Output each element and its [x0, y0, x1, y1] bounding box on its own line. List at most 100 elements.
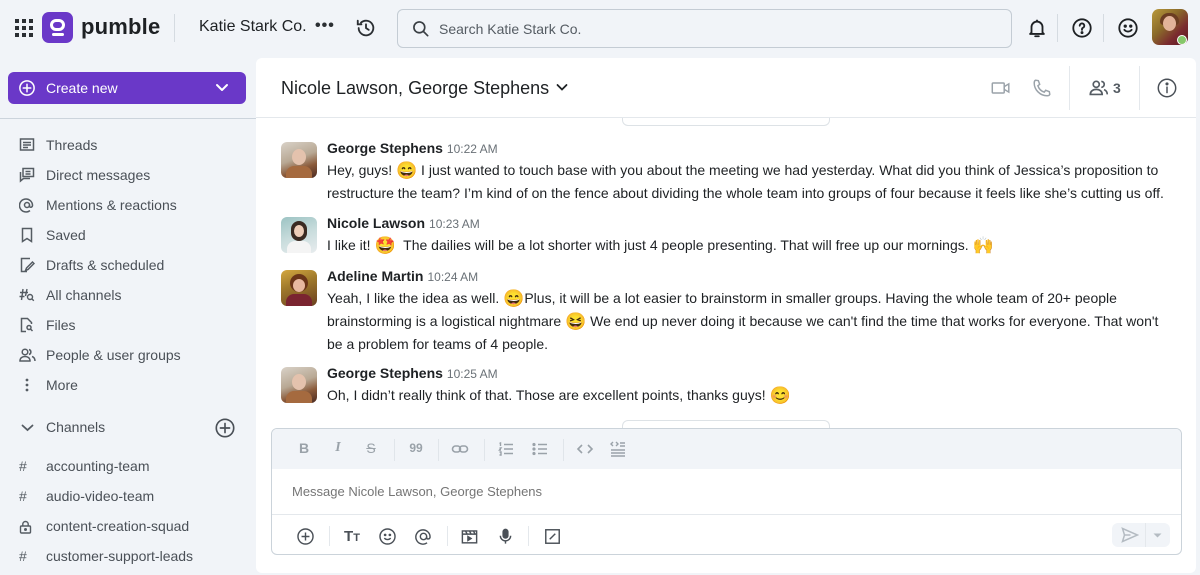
direct-messages-icon: [18, 166, 36, 184]
divider: [329, 526, 330, 546]
emoji-button[interactable]: [376, 525, 398, 547]
formatting-toolbar: B I S 99: [272, 429, 1181, 469]
workspace-menu-button[interactable]: •••: [315, 17, 335, 35]
sidebar-item-all-channels[interactable]: All channels: [18, 283, 248, 307]
message-author[interactable]: George Stephens 10:22 AM: [327, 140, 498, 156]
link-icon[interactable]: [451, 441, 469, 457]
sidebar-item-threads[interactable]: Threads: [18, 133, 248, 157]
channel-item[interactable]: # accounting-team: [18, 456, 248, 478]
channels-section-header[interactable]: Channels: [18, 416, 240, 440]
author-name[interactable]: George Stephens: [327, 140, 443, 156]
scrollbar-track[interactable]: [1196, 58, 1200, 573]
strikethrough-icon[interactable]: S: [361, 440, 381, 456]
draft-icon: [18, 256, 36, 274]
author-name[interactable]: Nicole Lawson: [327, 215, 425, 231]
sidebar-item-label: More: [46, 377, 78, 393]
top-bar: pumble Katie Stark Co. ••• Search Katie …: [0, 0, 1200, 56]
avatar[interactable]: [281, 270, 317, 306]
sidebar-item-drafts[interactable]: Drafts & scheduled: [18, 253, 248, 277]
microphone-icon: [499, 528, 511, 544]
create-new-button[interactable]: Create new: [8, 72, 246, 104]
divider: [1145, 523, 1146, 547]
message-time: 10:25 AM: [446, 367, 498, 381]
sidebar-item-files[interactable]: Files: [18, 313, 248, 337]
message-author[interactable]: Nicole Lawson 10:23 AM: [327, 215, 480, 231]
message-time: 10:22 AM: [446, 142, 498, 156]
history-icon[interactable]: [355, 17, 377, 39]
message-author[interactable]: Adeline Martin 10:24 AM: [327, 268, 478, 284]
info-icon[interactable]: [1156, 77, 1178, 99]
emoji-status-icon[interactable]: [1117, 17, 1139, 39]
more-vertical-icon: [18, 376, 36, 394]
sidebar-item-direct-messages[interactable]: Direct messages: [18, 163, 248, 187]
plus-circle-icon: [19, 80, 35, 96]
text-size-icon: TT: [344, 527, 360, 545]
text-format-button[interactable]: TT: [341, 525, 363, 547]
member-count[interactable]: 3: [1113, 80, 1121, 96]
people-icon: [18, 346, 36, 364]
send-icon[interactable]: [1121, 527, 1139, 543]
video-clip-button[interactable]: [458, 525, 480, 547]
sidebar-item-label: Direct messages: [46, 167, 151, 183]
chat-header: Nicole Lawson, George Stephens 3: [256, 58, 1196, 118]
brand-name: pumble: [81, 14, 161, 39]
channel-item[interactable]: content-creation-squad: [18, 516, 248, 538]
avatar[interactable]: [281, 142, 317, 178]
conversation-title[interactable]: Nicole Lawson, George Stephens: [281, 78, 549, 99]
search-icon: [413, 21, 429, 37]
channel-item[interactable]: # audio-video-team: [18, 486, 248, 508]
bookmark-icon: [18, 226, 36, 244]
quote-icon[interactable]: 99: [406, 441, 426, 455]
sidebar-item-saved[interactable]: Saved: [18, 223, 248, 247]
code-block-icon[interactable]: [609, 440, 627, 458]
workspace-name[interactable]: Katie Stark Co.: [199, 18, 307, 36]
attach-button[interactable]: [294, 525, 316, 547]
bullet-list-icon[interactable]: [532, 441, 548, 457]
message-author[interactable]: George Stephens 10:25 AM: [327, 365, 498, 381]
italic-icon[interactable]: I: [328, 440, 348, 456]
channel-item[interactable]: # customer-support-leads: [18, 546, 248, 568]
add-channel-icon[interactable]: [214, 417, 236, 439]
online-status-indicator: [1177, 35, 1187, 45]
laughing-emoji-icon: 😆: [565, 312, 587, 331]
apps-grid-icon[interactable]: [15, 19, 33, 37]
members-icon[interactable]: [1088, 77, 1110, 99]
mention-button[interactable]: [412, 525, 434, 547]
star-struck-emoji-icon: 🤩: [374, 236, 396, 255]
bold-icon[interactable]: B: [294, 440, 314, 456]
chevron-down-icon[interactable]: [556, 83, 568, 92]
sidebar-item-label: All channels: [46, 287, 122, 303]
sidebar-item-people[interactable]: People & user groups: [18, 343, 248, 367]
search-bar[interactable]: Search Katie Stark Co.: [397, 9, 1012, 48]
help-icon[interactable]: [1071, 17, 1093, 39]
chevron-down-icon[interactable]: [215, 82, 229, 94]
sidebar-item-mentions[interactable]: Mentions & reactions: [18, 193, 248, 217]
author-name[interactable]: George Stephens: [327, 365, 443, 381]
sidebar-item-more[interactable]: More: [18, 373, 248, 397]
code-icon[interactable]: [576, 442, 594, 456]
lock-icon: [19, 520, 32, 534]
message-body: Yeah, I like the idea as well. 😄Plus, it…: [327, 287, 1177, 356]
sidebar-item-label: Mentions & reactions: [46, 197, 177, 213]
avatar[interactable]: [281, 217, 317, 253]
ordered-list-icon[interactable]: [498, 441, 514, 457]
sidebar-item-label: Threads: [46, 137, 98, 153]
voice-message-button[interactable]: [494, 525, 516, 547]
phone-call-icon[interactable]: [1031, 77, 1053, 99]
chat-panel: Nicole Lawson, George Stephens 3 George …: [256, 58, 1196, 573]
avatar[interactable]: [281, 367, 317, 403]
video-call-icon[interactable]: [990, 77, 1012, 99]
message-input[interactable]: [292, 484, 1142, 499]
slash-command-button[interactable]: [541, 525, 563, 547]
message-time: 10:24 AM: [427, 270, 479, 284]
create-new-label: Create new: [46, 80, 118, 96]
divider: [484, 439, 485, 461]
sidebar-divider: [0, 118, 256, 119]
author-name[interactable]: Adeline Martin: [327, 268, 423, 284]
message-composer: B I S 99 TT: [271, 428, 1182, 555]
caret-down-icon[interactable]: [1153, 533, 1162, 538]
pumble-logo[interactable]: [42, 12, 73, 43]
raising-hands-emoji-icon: 🙌: [972, 236, 994, 255]
bell-icon[interactable]: [1026, 17, 1048, 39]
hash-icon: #: [19, 458, 27, 474]
